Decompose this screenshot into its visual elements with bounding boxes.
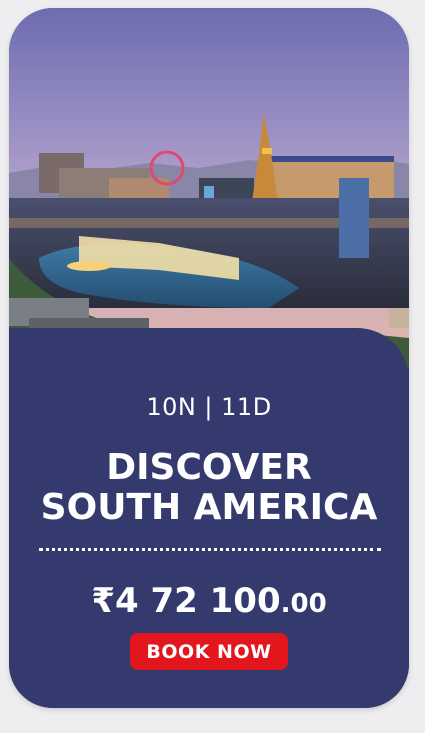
dotted-divider [39,548,381,551]
package-card[interactable]: 10N | 11D DISCOVER SOUTH AMERICA ₹4 72 1… [9,8,409,708]
hero-image [9,8,409,368]
package-price: ₹4 72 100.00 [9,581,409,621]
title-line-1: DISCOVER [106,447,312,488]
book-now-button[interactable]: BOOK NOW [130,633,288,670]
price-amount: 4 72 100 [114,581,281,621]
currency-symbol: ₹ [91,581,115,621]
trip-duration: 10N | 11D [146,393,272,421]
package-title: DISCOVER SOUTH AMERICA [9,448,409,528]
title-line-2: SOUTH AMERICA [40,487,378,528]
price-decimal: .00 [280,589,327,619]
